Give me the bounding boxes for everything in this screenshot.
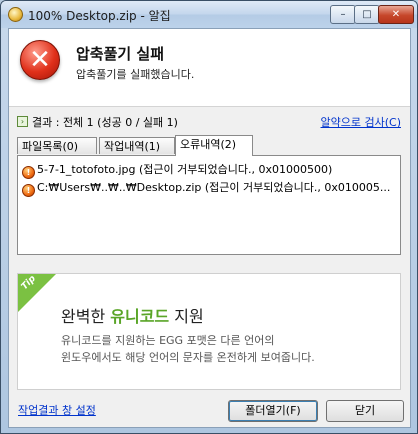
tab-error-history[interactable]: 오류내역(2) — [175, 135, 253, 156]
result-summary: 결과 : 전체 1 (성공 0 / 실패 1) — [32, 116, 178, 129]
tip-title: 완벽한 유니코드 지원 — [61, 303, 204, 327]
tip-line-2: 윈도우에서도 해당 언어의 문자를 온전하게 보여줍니다. — [61, 351, 315, 364]
minimize-button[interactable]: – — [330, 5, 356, 24]
error-text: 5-7-1_totofoto.jpg (접근이 거부되었습니다., 0x0100… — [37, 163, 333, 176]
dialog-header: ✕ 압축풀기 실패 압축풀기를 실패했습니다. — [9, 29, 410, 107]
dialog-client: ✕ 압축풀기 실패 압축풀기를 실패했습니다. › 결과 : 전체 1 (성공 … — [8, 28, 411, 428]
maximize-button[interactable]: □ — [354, 5, 380, 24]
tab-work-history[interactable]: 작업내역(1) — [99, 137, 175, 154]
result-window-settings-link[interactable]: 작업결과 창 설정 — [18, 402, 96, 418]
alyac-scan-link[interactable]: 알약으로 검사(C) — [321, 114, 401, 130]
tab-file-list[interactable]: 파일목록(0) — [17, 137, 97, 154]
tip-line-1: 유니코드를 지원하는 EGG 포맷은 다른 언어의 — [61, 334, 275, 347]
alzip-app-icon — [8, 7, 23, 22]
warning-icon: ! — [22, 184, 35, 197]
error-icon: ✕ — [20, 40, 60, 80]
arrow-right-icon: › — [17, 116, 28, 127]
tip-panel: Tip 완벽한 유니코드 지원 유니코드를 지원하는 EGG 포맷은 다른 언어… — [17, 273, 401, 390]
warning-icon: ! — [22, 166, 35, 179]
tip-title-pre: 완벽한 — [61, 307, 111, 326]
title-bar[interactable]: 100% Desktop.zip - 알집 – □ ✕ — [1, 1, 417, 28]
close-window-button[interactable]: ✕ — [378, 5, 414, 24]
list-item[interactable]: ! C:₩Users₩..₩..₩Desktop.zip (접근이 거부되었습니다… — [22, 179, 391, 197]
list-item[interactable]: ! 5-7-1_totofoto.jpg (접근이 거부되었습니다., 0x010… — [22, 161, 333, 179]
header-subtitle: 압축풀기를 실패했습니다. — [76, 68, 195, 81]
result-summary-row: › 결과 : 전체 1 (성공 0 / 실패 1) 알약으로 검사(C) — [17, 114, 403, 130]
error-list: ! 5-7-1_totofoto.jpg (접근이 거부되었습니다., 0x010… — [17, 155, 401, 255]
tip-body: 유니코드를 지원하는 EGG 포맷은 다른 언어의 윈도우에서도 해당 언어의 … — [61, 332, 315, 366]
tip-title-highlight: 유니코드 — [110, 307, 170, 326]
app-window: 100% Desktop.zip - 알집 – □ ✕ ✕ 압축풀기 실패 압축… — [0, 0, 418, 434]
error-text: C:₩Users₩..₩..₩Desktop.zip (접근이 거부되었습니다.… — [37, 181, 391, 194]
close-button[interactable]: 닫기 — [326, 400, 404, 422]
header-title: 압축풀기 실패 — [76, 45, 165, 63]
window-title: 100% Desktop.zip - 알집 — [28, 9, 171, 23]
open-folder-button[interactable]: 폴더열기(F) — [228, 400, 318, 422]
tip-title-post: 지원 — [169, 307, 204, 326]
